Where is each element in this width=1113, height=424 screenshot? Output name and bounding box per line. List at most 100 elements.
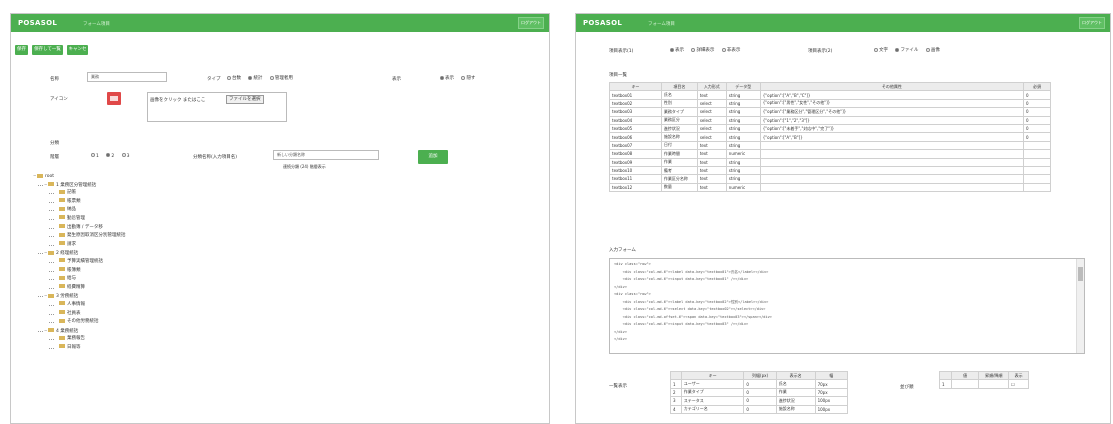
tree-node[interactable]: 請求 (33, 241, 126, 250)
folder-icon (59, 301, 65, 306)
list-row[interactable]: 4 カテゴリー名 0 施設名称 100px (670, 404, 849, 414)
logout-button[interactable]: ログアウト (518, 17, 544, 29)
tree-node[interactable]: 予算実績管理統括 (33, 258, 126, 267)
tree-node[interactable]: 帳票類 (33, 198, 126, 207)
tree-node[interactable]: 社員表 (33, 310, 126, 319)
items-cell: string (725, 140, 761, 151)
items-cell: {"option":["A","B","C"]} (759, 90, 1025, 100)
tree-node-label: 4 業務統括 (56, 328, 79, 334)
tree-node[interactable]: 経費精算 (33, 284, 126, 293)
type-radio-0[interactable] (227, 75, 231, 80)
items-cell: 備考 (660, 165, 698, 176)
tree-node[interactable]: 発生原因取消区分別管理統括 (33, 232, 126, 241)
item-display-2-radio-0[interactable] (874, 47, 878, 52)
category-add-button[interactable]: 追加 (418, 150, 448, 164)
items-row[interactable]: textbox06 施設名称 select string {"option":["A",… (609, 132, 1051, 142)
items-row[interactable]: textbox07 日付 text string (609, 140, 1051, 151)
tree-node[interactable]: 人事情報 (33, 301, 126, 310)
category-input[interactable]: 新しい分類名称 (273, 150, 379, 160)
name-input[interactable]: 業務 (87, 72, 167, 82)
items-row[interactable]: textbox12 数量 text numeric (609, 182, 1051, 193)
list-cell: 70px (814, 379, 849, 389)
display-radio-0[interactable] (440, 75, 444, 80)
items-cell: numeric (725, 182, 761, 193)
sort-label: 並び順 (900, 385, 914, 390)
save-and-return-button[interactable]: 保存して一覧に戻る (32, 45, 63, 62)
sort-row[interactable]: 1 ☐ (939, 379, 1029, 389)
tree-node[interactable]: 業務報告 (33, 335, 126, 344)
items-row[interactable]: textbox11 作業区分名称 text string (609, 174, 1051, 184)
tree-node-label: 帳票類 (67, 198, 81, 204)
tree-node[interactable]: 記帳 (33, 189, 126, 198)
items-row[interactable]: textbox10 備考 text string (609, 165, 1051, 176)
level-radio-group[interactable]: 1 2 3 (91, 153, 136, 159)
item-display-1-radio-2[interactable] (721, 47, 726, 52)
list-cell: ステータス (680, 396, 745, 406)
icon-upload-area[interactable]: 画像をクリック またはここ ファイルを選択 (147, 92, 287, 122)
tree-node-label: その他労務統括 (67, 319, 99, 325)
level-radio-0[interactable] (91, 153, 95, 157)
tree-node[interactable]: −1 業務区分管理統括 (33, 181, 126, 190)
items-cell: 日付 (660, 140, 698, 151)
list-row[interactable]: 1 ユーザー 0 氏名 70px (670, 379, 849, 389)
folder-icon (59, 232, 65, 237)
type-radio-group[interactable]: 台数 統計 管理者用 (227, 75, 299, 81)
tree-node[interactable]: 給与 (33, 275, 126, 284)
items-cell: textbox04 (609, 115, 662, 125)
item-display-2-radio-2[interactable] (925, 47, 930, 52)
tree-node-label: 給与 (67, 276, 76, 282)
folder-icon (59, 206, 65, 211)
tree-node[interactable]: その他労務統括 (33, 318, 126, 327)
tree-connector (49, 261, 54, 263)
level-radio-1[interactable] (106, 153, 111, 157)
tree-node-label: 業務報告 (67, 336, 85, 342)
tree-connector (49, 227, 54, 229)
items-row[interactable]: textbox01 氏名 text string {"option":["A","B",… (609, 90, 1051, 100)
items-header-1: 項目名 (660, 81, 698, 92)
items-row[interactable]: textbox03 業務タイプ select string {"option":["業務… (609, 107, 1051, 117)
folder-icon (59, 318, 65, 323)
display-label: 表示 (392, 77, 401, 82)
items-cell: string (725, 174, 761, 184)
items-row[interactable]: textbox04 業務区分 select string {"option":["1",… (609, 115, 1051, 125)
tree-node[interactable]: 勤怠管理 (33, 215, 126, 224)
logout-button[interactable]: ログアウト (1079, 17, 1105, 29)
input-form-title: 入力フォーム (609, 248, 636, 253)
level-radio-2[interactable] (121, 153, 126, 157)
cancel-button[interactable]: キャンセル (67, 45, 88, 62)
list-header-4: 幅 (814, 370, 849, 381)
file-select-button[interactable]: ファイルを選択 (226, 95, 264, 104)
item-display-1-group[interactable]: 表示 詳細表示 非表示 (670, 47, 746, 53)
item-display-2-radio-1[interactable] (895, 47, 900, 52)
items-row[interactable]: textbox09 作業 text string (609, 157, 1051, 167)
item-display-1-radio-1[interactable] (691, 47, 696, 52)
items-cell: 業務タイプ (660, 107, 698, 117)
input-form-code[interactable]: <div class="row"> <div class="col-md-6">… (609, 258, 1085, 354)
tree-node[interactable]: 帳簿類 (33, 267, 126, 276)
tree-node[interactable]: 納品 (33, 206, 126, 215)
code-scrollbar[interactable] (1076, 259, 1084, 353)
items-cell: 施設名称 (660, 132, 698, 142)
items-row[interactable]: textbox02 性別 select string {"option":["男性","… (609, 98, 1051, 109)
item-display-2-group[interactable]: 文字 ファイル 画像 (874, 47, 946, 53)
type-radio-2[interactable] (269, 75, 274, 80)
items-row[interactable]: textbox05 進捗状況 select string {"option":["未着手… (609, 123, 1051, 134)
items-cell: text (696, 165, 727, 176)
display-radio-1[interactable] (461, 75, 466, 80)
tree-node[interactable]: −2 経理統括 (33, 249, 126, 258)
tree-connector (49, 218, 54, 220)
tree-node[interactable]: −3 労務統括 (33, 292, 126, 301)
items-cell: 作業 (660, 157, 698, 167)
tree-node[interactable]: 出勤簿 / データ移 (33, 224, 126, 233)
item-display-1-radio-0[interactable] (670, 47, 674, 52)
list-row[interactable]: 2 作業タイプ 0 作業 70px (670, 387, 849, 398)
save-button[interactable]: 保存 (15, 45, 28, 55)
list-cell: 3 (670, 396, 682, 406)
tree-node[interactable]: − root (33, 172, 126, 181)
tree-node[interactable]: 日報等 (33, 344, 126, 353)
display-radio-group[interactable]: 表示 隠す (440, 75, 481, 81)
type-radio-1[interactable] (248, 75, 253, 80)
items-row[interactable]: textbox08 作業時間 text numeric (609, 149, 1051, 159)
list-row[interactable]: 3 ステータス 0 進捗状況 100px (670, 396, 849, 406)
tree-node[interactable]: −4 業務統括 (33, 327, 126, 336)
